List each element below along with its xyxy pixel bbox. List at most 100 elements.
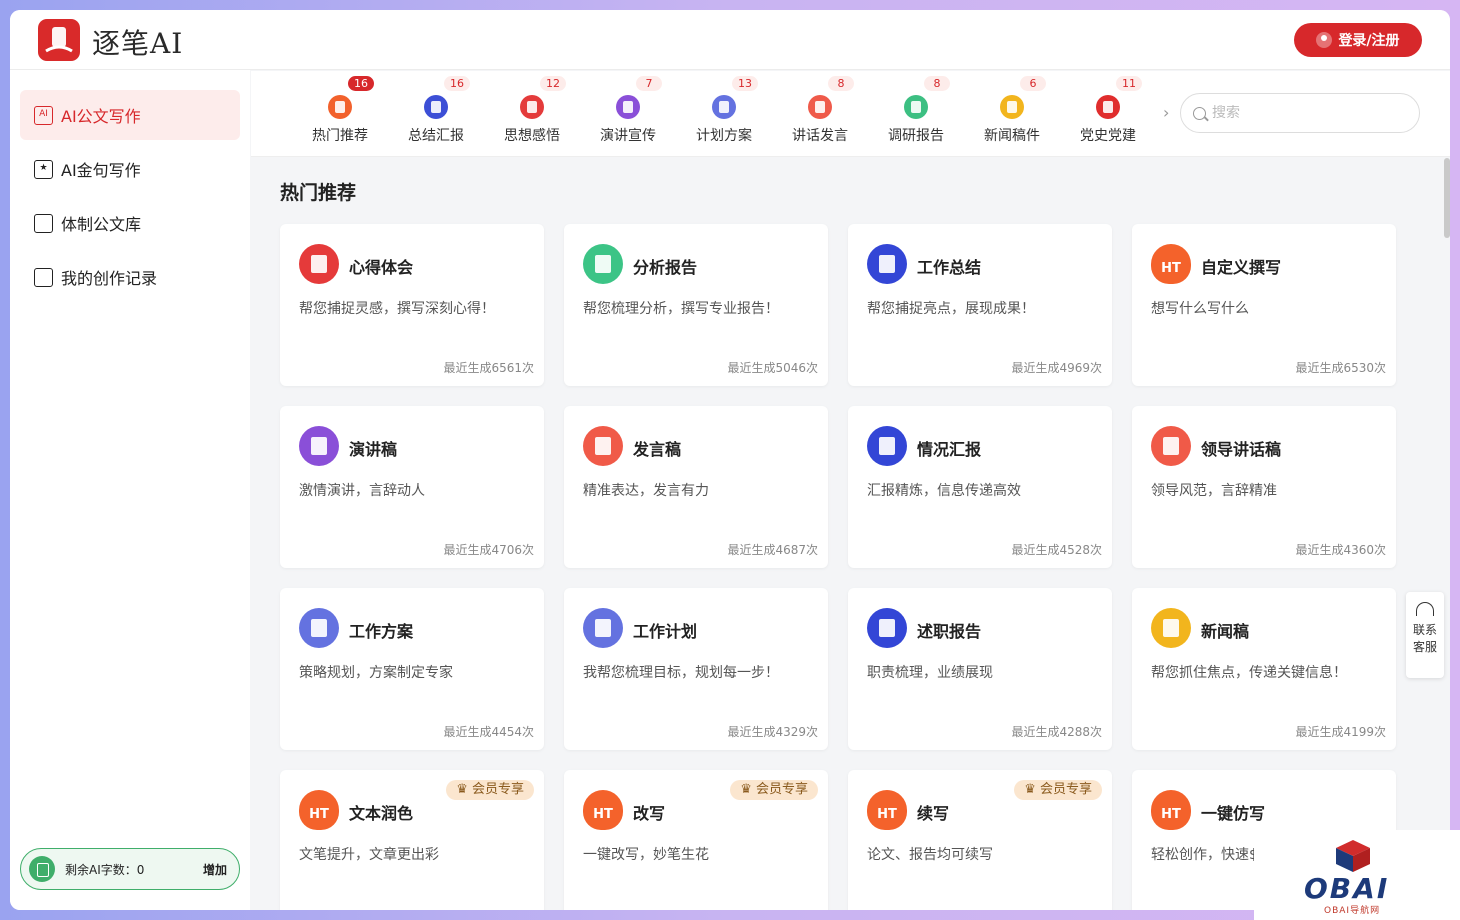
- sidebar-item-history[interactable]: 我的创作记录: [20, 252, 240, 302]
- sidebar-item-label: AI公文写作: [61, 107, 141, 126]
- template-card[interactable]: 工作方案 策略规划，方案制定专家 最近生成4454次: [280, 588, 544, 750]
- count-badge: 13: [732, 76, 758, 91]
- service-label-2: 客服: [1412, 640, 1437, 654]
- template-card[interactable]: 情况汇报 汇报精炼，信息传递高效 最近生成4528次: [848, 406, 1112, 568]
- card-title: 发言稿: [633, 440, 682, 459]
- tab-label: 热门推荐: [312, 128, 368, 144]
- search-input[interactable]: [1212, 105, 1402, 121]
- scrollbar[interactable]: [1444, 158, 1450, 238]
- card-title: 一键仿写: [1201, 804, 1266, 823]
- card-usage-count: 最近生成4329次: [727, 725, 818, 739]
- card-usage-count: 最近生成6530次: [1295, 361, 1386, 375]
- watermark-subtitle: OBAI导航网: [1324, 906, 1381, 916]
- card-title: 工作总结: [917, 258, 982, 277]
- card-description: 一键改写，妙笔生花: [583, 847, 709, 863]
- sidebar: AI AI公文写作 ★ AI金句写作 体制公文库 我的创作记录 剩余AI字数：0…: [10, 70, 250, 910]
- count-badge: 16: [444, 76, 470, 91]
- login-button[interactable]: 登录/注册: [1294, 23, 1422, 57]
- tab-category[interactable]: 16 总结汇报: [388, 71, 484, 157]
- chevron-right-icon[interactable]: ›: [1163, 103, 1169, 122]
- template-card[interactable]: 文本润色文笔提升，文章更出彩 ♛ 会员专享: [280, 770, 544, 910]
- card-title: 领导讲话稿: [1201, 440, 1282, 459]
- tab-label: 思想感悟: [504, 128, 560, 144]
- card-usage-count: 最近生成4969次: [1011, 361, 1102, 375]
- ai-doc-icon: AI: [34, 105, 53, 125]
- top-bar: 逐笔AI 登录/注册: [10, 10, 1450, 70]
- card-title: 改写: [633, 804, 666, 823]
- tab-category[interactable]: 11 党史党建: [1060, 71, 1156, 157]
- template-card[interactable]: 领导讲话稿 领导风范，言辞精准 最近生成4360次: [1132, 406, 1396, 568]
- tab-label: 新闻稿件: [984, 128, 1040, 144]
- logo-icon[interactable]: [38, 19, 80, 61]
- fire-icon: [583, 790, 623, 830]
- tab-category[interactable]: 16 热门推荐: [292, 71, 388, 157]
- template-card[interactable]: 续写论文、报告均可续写 ♛ 会员专享: [848, 770, 1112, 910]
- card-title: 工作计划: [633, 622, 698, 641]
- section-title: 热门推荐: [280, 182, 357, 204]
- template-card[interactable]: 发言稿 精准表达，发言有力 最近生成4687次: [564, 406, 828, 568]
- card-description: 我帮您梳理目标，规划每一步！: [583, 665, 779, 681]
- template-card[interactable]: 分析报告 帮您梳理分析，撰写专业报告！ 最近生成5046次: [564, 224, 828, 386]
- category-tabs: 16 热门推荐 16 总结汇报 12 思想感悟 7 演讲宣传 13 计划方案 8 讲话发言 8 调研报告 6…: [251, 71, 1450, 157]
- count-badge: 11: [1116, 76, 1142, 91]
- sidebar-item-ai-doc-writing[interactable]: AI AI公文写作: [20, 90, 240, 140]
- tab-label: 演讲宣传: [600, 128, 656, 144]
- add-quota-button[interactable]: 增加: [203, 861, 227, 878]
- plan-doc-icon: [583, 608, 623, 648]
- count-badge: 7: [636, 76, 662, 91]
- card-description: 帮您抓住焦点，传递关键信息！: [1151, 665, 1347, 681]
- login-label: 登录/注册: [1338, 33, 1400, 49]
- customer-service-button[interactable]: 联系 客服: [1406, 592, 1444, 678]
- crown-icon: ♛: [1024, 782, 1040, 797]
- template-card[interactable]: 工作计划我帮您梳理目标，规划每一步！ 最近生成4329次: [564, 588, 828, 750]
- tab-category[interactable]: 13 计划方案: [676, 71, 772, 157]
- template-card[interactable]: 演讲稿 激情演讲，言辞动人 最近生成4706次: [280, 406, 544, 568]
- template-card[interactable]: 新闻稿 帮您抓住焦点，传递关键信息！ 最近生成4199次: [1132, 588, 1396, 750]
- speaker-icon: [808, 95, 832, 119]
- heart-doc-icon: [520, 95, 544, 119]
- sidebar-item-ai-quote-writing[interactable]: ★ AI金句写作: [20, 144, 240, 194]
- tab-category[interactable]: 7 演讲宣传: [580, 71, 676, 157]
- party-icon: [1096, 95, 1120, 119]
- search-icon: [1193, 106, 1206, 120]
- folder-icon: [34, 213, 53, 233]
- app-name: 逐笔AI: [92, 27, 184, 60]
- fire-icon: [1151, 244, 1191, 284]
- pen-doc-icon: [867, 244, 907, 284]
- template-card[interactable]: 述职报告 职责梳理，业绩展现 最近生成4288次: [848, 588, 1112, 750]
- record-icon: [34, 267, 53, 287]
- card-title: 情况汇报: [917, 440, 982, 459]
- tab-category[interactable]: 12 思想感悟: [484, 71, 580, 157]
- tab-category[interactable]: 8 调研报告: [868, 71, 964, 157]
- sidebar-item-doc-library[interactable]: 体制公文库: [20, 198, 240, 248]
- tab-category[interactable]: 6 新闻稿件: [964, 71, 1060, 157]
- card-title: 工作方案: [349, 622, 414, 641]
- crown-icon: ♛: [456, 782, 472, 797]
- card-description: 激情演讲，言辞动人: [299, 483, 425, 499]
- card-description: 汇报精炼，信息传递高效: [867, 483, 1021, 499]
- vip-badge: ♛ 会员专享: [1014, 780, 1102, 800]
- card-description: 领导风范，言辞精准: [1151, 483, 1277, 499]
- count-badge: 8: [924, 76, 950, 91]
- main-content: 热门推荐 心得体会 帮您捕捉灵感，撰写深刻心得！ 最近生成6561次 分析报告 帮您梳理…: [251, 158, 1450, 910]
- fire-icon: [328, 95, 352, 119]
- count-badge: 6: [1020, 76, 1046, 91]
- report-icon: [583, 244, 623, 284]
- card-description: 策略规划，方案制定专家: [299, 665, 453, 681]
- search-box[interactable]: [1180, 93, 1420, 133]
- tab-category[interactable]: 8 讲话发言: [772, 71, 868, 157]
- tab-label: 计划方案: [696, 128, 752, 144]
- template-card[interactable]: 自定义撰写想写什么写什么最近生成6530次: [1132, 224, 1396, 386]
- template-card[interactable]: 工作总结 帮您捕捉亮点，展现成果！ 最近生成4969次: [848, 224, 1112, 386]
- fire-icon: [867, 790, 907, 830]
- template-card[interactable]: 心得体会 帮您捕捉灵感，撰写深刻心得！ 最近生成6561次: [280, 224, 544, 386]
- vip-badge: ♛ 会员专享: [446, 780, 534, 800]
- tab-label: 讲话发言: [792, 128, 848, 144]
- speaker-icon: [583, 426, 623, 466]
- card-usage-count: 最近生成4687次: [727, 543, 818, 557]
- template-card[interactable]: 改写一键改写，妙笔生花 ♛ 会员专享: [564, 770, 828, 910]
- vip-label: 会员专享: [471, 782, 524, 797]
- tab-label: 总结汇报: [408, 128, 464, 144]
- fire-icon: [299, 790, 339, 830]
- speaker-icon: [1151, 426, 1191, 466]
